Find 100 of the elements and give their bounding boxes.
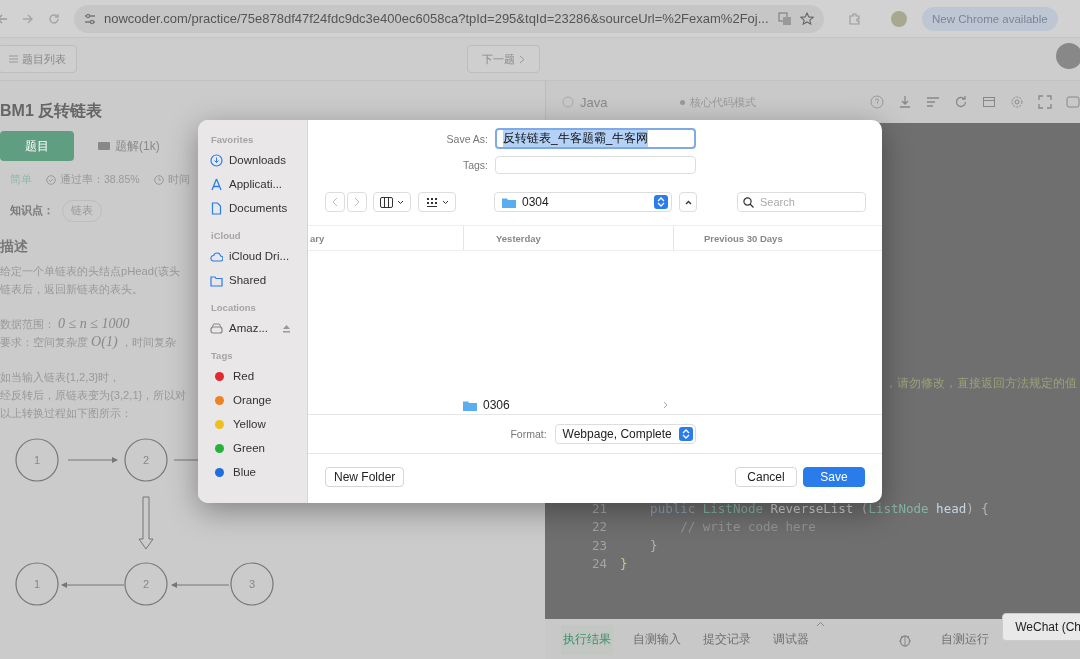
- sidebar-item[interactable]: Blue: [210, 460, 307, 484]
- save-button[interactable]: Save: [803, 467, 865, 487]
- folder-icon: [502, 196, 516, 208]
- problem-title: BM1 反转链表: [0, 101, 103, 121]
- avatar-icon[interactable]: [890, 9, 908, 28]
- column-header[interactable]: ary: [308, 226, 463, 250]
- column-header[interactable]: Previous 30 Days: [673, 226, 882, 250]
- column-view-button[interactable]: [373, 192, 411, 212]
- list-node: 2: [124, 438, 168, 482]
- result-tab[interactable]: 自测输入: [631, 624, 683, 655]
- clock-icon: [153, 175, 164, 185]
- forward-icon[interactable]: [22, 12, 34, 25]
- code-line: }: [620, 556, 628, 572]
- parent-folder-button[interactable]: [679, 192, 697, 212]
- connector-line: [173, 459, 199, 461]
- video-icon: [98, 141, 110, 151]
- icon-view-button[interactable]: [418, 192, 456, 212]
- document-icon: [210, 201, 223, 215]
- grid-icon: [425, 196, 438, 208]
- list-node: 2: [124, 562, 168, 606]
- list-node: 1: [15, 562, 59, 606]
- reload-icon[interactable]: [48, 12, 60, 25]
- url-text: nowcoder.com/practice/75e878df47f24fdc9dc3e400ec6058ca?tpId=295&tqId=23286&sourceUrl=%2Fexam%2Foj...: [104, 11, 770, 26]
- chevron-left-icon: [332, 197, 338, 207]
- back-button[interactable]: [325, 192, 345, 212]
- folder-select[interactable]: 0304: [494, 192, 672, 212]
- filename-field[interactable]: 反转链表_牛客题霸_牛客网: [495, 128, 696, 149]
- reload-icon[interactable]: [954, 95, 968, 109]
- extension-icon[interactable]: [848, 11, 862, 26]
- chevron-up-icon: [815, 621, 825, 627]
- format-icon[interactable]: [926, 95, 940, 109]
- stepper-icon: [657, 197, 665, 207]
- settings-icon[interactable]: [1010, 95, 1024, 109]
- result-tab[interactable]: 执行结果: [561, 624, 613, 655]
- sidebar-item[interactable]: Applicati...: [210, 172, 307, 196]
- search-field[interactable]: Search: [737, 192, 866, 212]
- tooltip: WeChat (Ch: [1002, 613, 1080, 641]
- sidebar-item[interactable]: Amaz...: [210, 316, 307, 340]
- list-icon: [9, 55, 18, 63]
- address-bar[interactable]: nowcoder.com/practice/75e878df47f24fdc9dc3e400ec6058ca?tpId=295&tqId=23286&sourceUrl=%2Fexam%2Foj...: [74, 4, 824, 33]
- sidebar-item[interactable]: Red: [210, 364, 307, 388]
- check-circle-icon: [46, 175, 56, 185]
- chevron-right-icon: [354, 197, 360, 207]
- drive-icon: [210, 321, 223, 335]
- panel-icon[interactable]: [982, 95, 996, 109]
- sidebar-heading: Locations: [211, 302, 257, 313]
- help-icon[interactable]: [870, 95, 884, 109]
- down-arrow: [138, 496, 154, 550]
- list-node: 1: [15, 438, 59, 482]
- knowledge-label: 知识点：: [10, 204, 54, 218]
- sidebar-heading: Favorites: [211, 134, 255, 145]
- result-tab[interactable]: 调试器: [771, 624, 811, 655]
- sidebar-item[interactable]: Downloads: [210, 148, 307, 172]
- download-icon[interactable]: [898, 95, 912, 109]
- chevron-right-icon: [663, 401, 668, 409]
- star-icon[interactable]: [800, 11, 814, 26]
- section-title: 描述: [0, 238, 28, 256]
- chevron-up-icon: [684, 199, 692, 205]
- cancel-button[interactable]: Cancel: [735, 467, 797, 487]
- sidebar-item[interactable]: Orange: [210, 388, 307, 412]
- sidebar-heading: Tags: [211, 350, 234, 361]
- result-tab[interactable]: 提交记录: [701, 624, 753, 655]
- run-test-button[interactable]: 自测运行: [939, 624, 991, 655]
- circle-icon: [562, 96, 574, 108]
- columns-icon: [380, 196, 393, 208]
- eject-icon[interactable]: [282, 323, 291, 333]
- chevron-right-icon: [519, 54, 525, 64]
- apps-icon: [210, 177, 223, 191]
- format-select[interactable]: Webpage, Complete: [554, 424, 696, 444]
- sidebar-item[interactable]: iCloud Dri...: [210, 244, 307, 268]
- tune-icon: [84, 12, 96, 25]
- avatar[interactable]: [1056, 43, 1080, 69]
- back-icon[interactable]: [0, 12, 8, 25]
- arrow: [171, 582, 230, 588]
- column-header[interactable]: Yesterday: [463, 226, 673, 250]
- sidebar-item[interactable]: Yellow: [210, 412, 307, 436]
- cloud-icon: [210, 249, 223, 263]
- sidebar-item[interactable]: Documents: [210, 196, 307, 220]
- dot-icon: [680, 99, 685, 105]
- forward-button[interactable]: [347, 192, 367, 212]
- new-folder-button[interactable]: New Folder: [325, 467, 405, 487]
- shared-folder-icon: [210, 273, 223, 287]
- window-icon[interactable]: [1066, 95, 1080, 109]
- code-line: }: [649, 537, 658, 553]
- folder-row[interactable]: 0306: [463, 398, 668, 412]
- tags-label: Tags:: [461, 159, 488, 171]
- chevron-down-icon: [441, 199, 449, 205]
- download-icon: [210, 153, 223, 167]
- sidebar-item[interactable]: Green: [210, 436, 307, 460]
- code-line: public ListNode ReverseList (ListNode head) {: [649, 500, 989, 516]
- search-icon: [743, 196, 754, 208]
- sidebar-item[interactable]: Shared: [210, 268, 307, 292]
- list-node: 3: [230, 562, 274, 606]
- format-label: Format:: [510, 428, 547, 440]
- save-as-label: Save As:: [445, 132, 488, 145]
- problem-tab[interactable]: 题目: [0, 131, 74, 161]
- problem-list-button[interactable]: 题目列表: [0, 45, 77, 73]
- tags-field[interactable]: [495, 156, 696, 174]
- stepper-icon: [681, 429, 690, 439]
- fullscreen-icon[interactable]: [1038, 95, 1052, 109]
